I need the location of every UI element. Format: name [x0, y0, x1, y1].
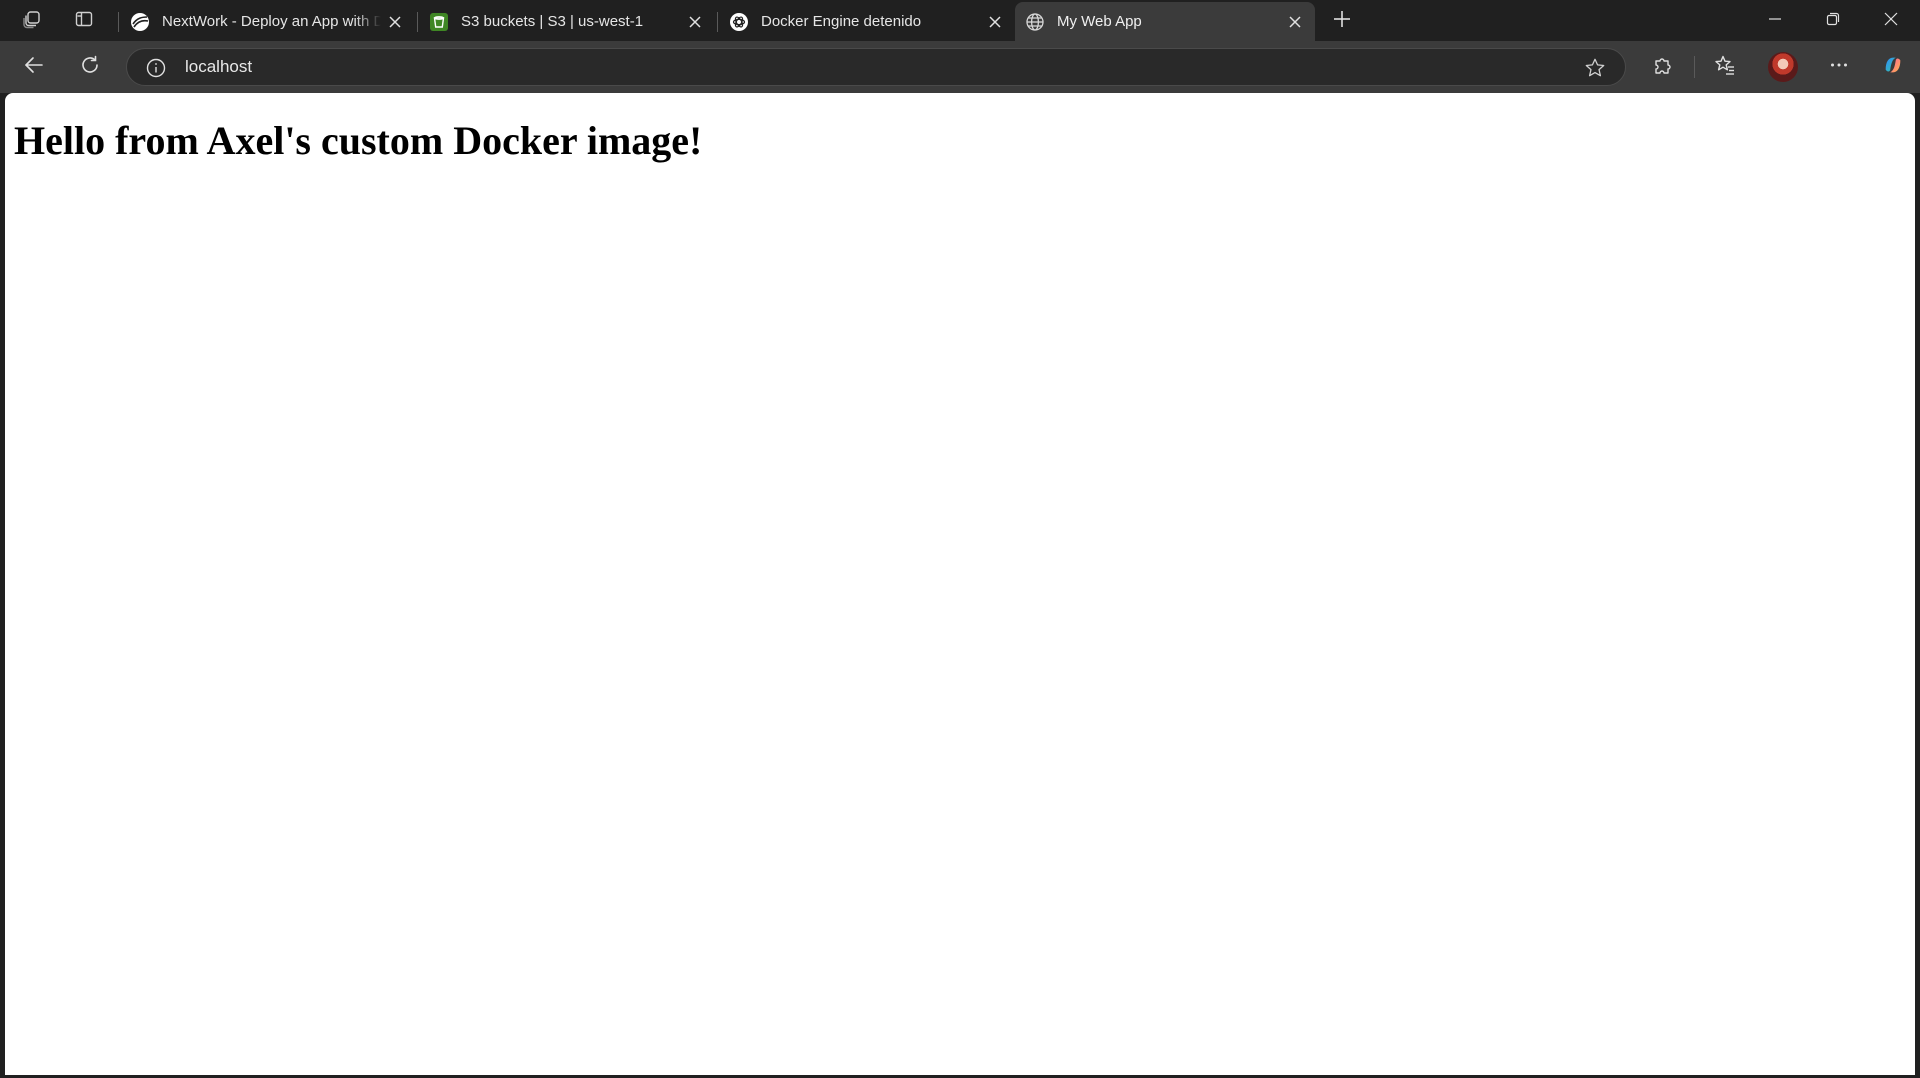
tab-separator [717, 12, 718, 32]
tab-title: Docker Engine detenido [761, 13, 922, 30]
browser-window: NextWork - Deploy an App with Docker S3 … [0, 0, 1920, 1078]
workspaces-button[interactable] [15, 4, 49, 38]
tab-actions-icon [74, 9, 94, 33]
tab-separator [417, 12, 418, 32]
refresh-icon [79, 54, 101, 80]
restore-button[interactable] [1805, 0, 1861, 41]
toolbar: localhost [0, 41, 1920, 93]
tab-title: NextWork - Deploy an App with Docker [162, 13, 381, 30]
page-viewport: Hello from Axel's custom Docker image! [5, 93, 1915, 1075]
tab-my-web-app[interactable]: My Web App [1015, 2, 1315, 41]
back-arrow-icon [23, 54, 45, 80]
star-icon[interactable] [1583, 56, 1607, 80]
workspaces-icon [22, 9, 42, 33]
tab-title: S3 buckets | S3 | us-west-1 [461, 13, 644, 30]
back-button[interactable] [15, 49, 53, 85]
aws-s3-icon [429, 12, 449, 32]
url-text[interactable]: localhost [185, 49, 252, 85]
more-icon [1828, 54, 1850, 80]
restore-icon [1826, 11, 1840, 30]
close-window-button[interactable] [1863, 0, 1919, 41]
more-button[interactable] [1820, 49, 1858, 85]
tab-s3-buckets[interactable]: S3 buckets | S3 | us-west-1 [419, 2, 715, 41]
close-tab-button[interactable] [681, 8, 709, 36]
minimize-icon [1768, 11, 1782, 30]
copilot-icon [1882, 54, 1904, 80]
tab-actions-button[interactable] [67, 4, 101, 38]
close-tab-button[interactable] [981, 8, 1009, 36]
avatar[interactable] [1768, 52, 1798, 82]
close-tab-button[interactable] [381, 8, 409, 36]
tab-separator [118, 12, 119, 32]
chatgpt-icon [729, 12, 749, 32]
tab-docker-engine[interactable]: Docker Engine detenido [719, 2, 1015, 41]
plus-icon [1332, 9, 1352, 33]
page-heading: Hello from Axel's custom Docker image! [14, 118, 703, 163]
copilot-button[interactable] [1874, 49, 1912, 85]
extensions-button[interactable] [1644, 49, 1682, 85]
close-tab-button[interactable] [1281, 8, 1309, 36]
tab-title: My Web App [1057, 13, 1142, 30]
puzzle-icon [1652, 54, 1674, 80]
minimize-button[interactable] [1747, 0, 1803, 41]
close-icon [1884, 11, 1898, 30]
nextwork-icon [130, 12, 150, 32]
favorites-button[interactable] [1706, 49, 1744, 85]
favorites-icon [1714, 54, 1736, 80]
refresh-button[interactable] [71, 49, 109, 85]
tab-strip: NextWork - Deploy an App with Docker S3 … [0, 0, 1920, 41]
tab-nextwork[interactable]: NextWork - Deploy an App with Docker [120, 2, 415, 41]
address-bar[interactable]: localhost [126, 48, 1626, 86]
new-tab-button[interactable] [1325, 4, 1359, 38]
toolbar-divider [1694, 56, 1695, 78]
globe-icon [1025, 12, 1045, 32]
info-icon[interactable] [145, 57, 167, 79]
